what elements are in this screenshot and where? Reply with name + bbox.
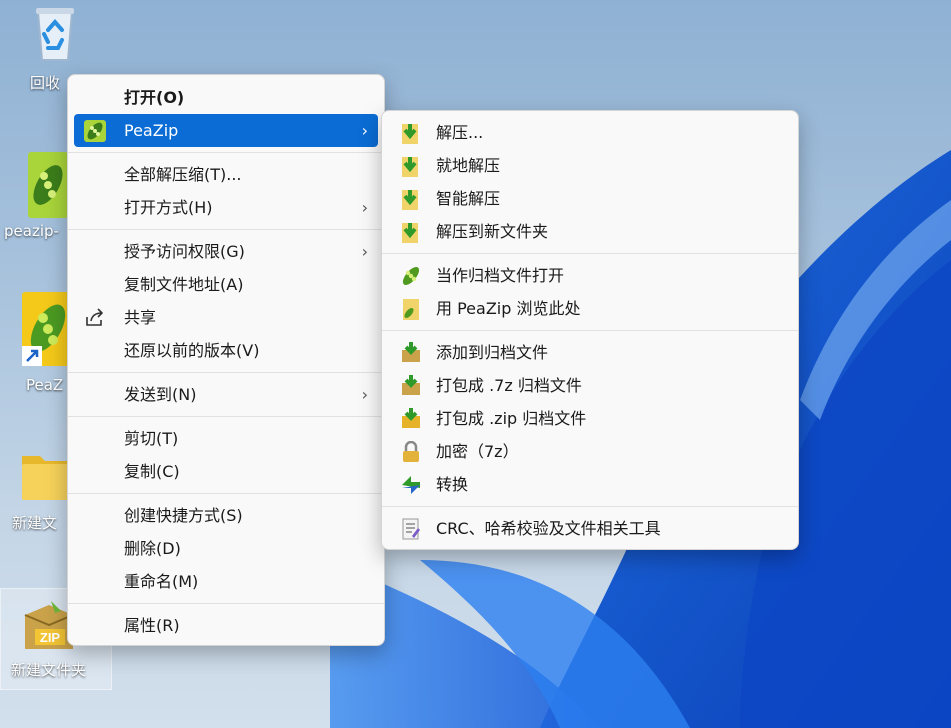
chevron-right-icon: › [361,198,368,217]
menu-separator [382,330,798,331]
recycle-bin-icon [28,4,82,61]
submenu-item-pack-7z[interactable]: 打包成 .7z 归档文件 [388,369,792,402]
desktop-icon-label: 新建文件夹 [11,661,87,679]
chevron-right-icon: › [361,385,368,404]
chevron-right-icon: › [361,121,368,140]
submenu-item-encrypt[interactable]: 加密（7z） [388,435,792,468]
menu-item-delete[interactable]: 删除(D) [74,532,378,565]
submenu-item-smart-extract[interactable]: 智能解压 [388,182,792,215]
pack-7z-icon [400,375,422,397]
smart-extract-icon [400,188,422,210]
peazip-submenu: 解压... 就地解压 智能解压 解压到新文件夹 当作归档文件打开 用 PeaZi… [381,110,799,550]
submenu-item-open-as-archive[interactable]: 当作归档文件打开 [388,259,792,292]
peazip-app-icon [28,152,68,218]
menu-separator [382,506,798,507]
folder-icon [22,446,70,502]
menu-item-copy-path[interactable]: 复制文件地址(A) [74,268,378,301]
submenu-item-convert[interactable]: 转换 [388,468,792,501]
submenu-item-browse-here[interactable]: 用 PeaZip 浏览此处 [388,292,792,325]
extract-here-icon [400,155,422,177]
menu-item-open-with[interactable]: 打开方式(H) › [74,191,378,224]
menu-item-create-shortcut[interactable]: 创建快捷方式(S) [74,499,378,532]
menu-item-send-to[interactable]: 发送到(N) › [74,378,378,411]
add-archive-icon [400,342,422,364]
extract-folder-icon [400,221,422,243]
extract-icon [400,122,422,144]
chevron-right-icon: › [361,242,368,261]
menu-item-open[interactable]: 打开(O) [74,81,378,114]
menu-item-peazip[interactable]: PeaZip › [74,114,378,147]
menu-separator [68,372,384,373]
checksum-icon [400,518,422,540]
peazip-icon [84,120,106,142]
context-menu: 打开(O) PeaZip › 全部解压缩(T)... 打开方式(H) › 授予访问… [67,74,385,646]
menu-item-give-access[interactable]: 授予访问权限(G) › [74,235,378,268]
submenu-item-pack-zip[interactable]: 打包成 .zip 归档文件 [388,402,792,435]
peazip-open-icon [400,265,422,287]
peazip-shortcut-icon [22,292,70,366]
lock-icon [400,440,422,463]
menu-separator [68,416,384,417]
menu-separator [68,493,384,494]
menu-separator [68,229,384,230]
share-icon [84,307,106,329]
pack-zip-icon [400,408,422,430]
menu-item-copy[interactable]: 复制(C) [74,455,378,488]
svg-text:ZIP: ZIP [40,630,61,645]
menu-item-properties[interactable]: 属性(R) [74,609,378,642]
submenu-item-extract-here[interactable]: 就地解压 [388,149,792,182]
menu-item-extract-all[interactable]: 全部解压缩(T)... [74,158,378,191]
menu-separator [68,152,384,153]
submenu-item-checksum-tools[interactable]: CRC、哈希校验及文件相关工具 [388,512,792,545]
menu-item-rename[interactable]: 重命名(M) [74,565,378,598]
submenu-item-extract-to-folder[interactable]: 解压到新文件夹 [388,215,792,248]
submenu-item-extract[interactable]: 解压... [388,116,792,149]
menu-item-cut[interactable]: 剪切(T) [74,422,378,455]
menu-item-share[interactable]: 共享 [74,301,378,334]
menu-item-restore-versions[interactable]: 还原以前的版本(V) [74,334,378,367]
menu-separator [68,603,384,604]
submenu-item-add-to-archive[interactable]: 添加到归档文件 [388,336,792,369]
menu-separator [382,253,798,254]
convert-icon [400,474,422,496]
peazip-browse-icon [400,298,422,320]
